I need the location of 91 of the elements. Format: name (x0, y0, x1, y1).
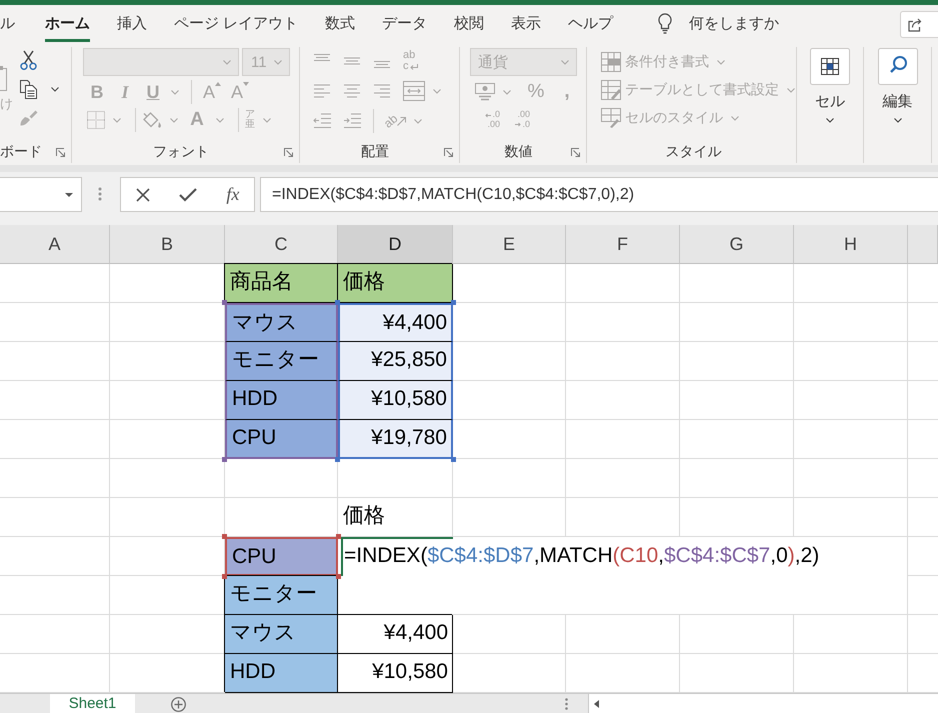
spreadsheet-cell: ¥4,400 (338, 615, 453, 654)
sheet-tab[interactable]: Sheet1 (50, 694, 135, 713)
scissors-icon[interactable] (20, 50, 37, 70)
ribbon-tab[interactable]: 挿入 (117, 5, 147, 42)
column-header[interactable]: G (680, 225, 794, 264)
range-handle-icon[interactable] (222, 300, 227, 305)
ribbon-tab[interactable]: ヘルプ (568, 5, 614, 42)
horizontal-scrollbar[interactable] (588, 694, 938, 713)
range-handle-icon[interactable] (336, 574, 341, 579)
clipboard-icon (0, 65, 7, 91)
spreadsheet-cell: 商品名 (225, 264, 338, 303)
lightbulb-icon (658, 13, 672, 34)
search-icon (878, 48, 918, 85)
copy-icon[interactable] (20, 80, 37, 98)
cells-button[interactable]: セル (810, 48, 850, 163)
range-handle-icon[interactable] (336, 534, 341, 539)
column-header[interactable]: H (794, 225, 908, 264)
triangle-down-icon (243, 82, 249, 86)
column-header[interactable]: F (566, 225, 680, 264)
insert-function-button[interactable]: fx (226, 184, 240, 205)
dialog-launcher-icon[interactable] (284, 148, 293, 156)
caret-icon[interactable] (51, 86, 59, 92)
scroll-left-icon[interactable] (594, 700, 599, 708)
spreadsheet-cell: マウス (225, 303, 338, 342)
ribbon-tab[interactable]: ル (0, 5, 15, 42)
grid-brush-icon (601, 80, 621, 100)
share-icon (908, 18, 922, 32)
column-header[interactable]: A (0, 225, 110, 264)
range-handle-icon[interactable] (222, 457, 227, 462)
spreadsheet-cell: モニター (225, 342, 338, 381)
arrow-left-icon (485, 112, 492, 118)
spreadsheet-cell: 価格 (338, 264, 453, 303)
share-button[interactable] (900, 11, 938, 38)
group-label: ボード (0, 143, 43, 161)
column-header[interactable]: B (110, 225, 225, 264)
column-header[interactable]: E (453, 225, 566, 264)
diagonal-arrow-icon (397, 116, 406, 126)
caret-icon (731, 116, 739, 120)
range-handle-icon[interactable] (451, 457, 456, 462)
caret-icon[interactable] (65, 192, 73, 196)
triangle-up-icon (215, 82, 221, 86)
group-label: 配置 (360, 143, 390, 161)
spreadsheet-cell: ¥10,580 (338, 381, 453, 420)
range-handle-icon[interactable] (335, 457, 340, 462)
dialog-launcher-icon[interactable] (571, 148, 580, 156)
spreadsheet-cell: ¥10,580 (338, 654, 453, 693)
ribbon-tab[interactable]: ページ レイアウト (174, 5, 298, 42)
highlighted-grid-icon (601, 52, 621, 72)
caret-icon (787, 88, 795, 92)
vertical-dots-icon[interactable] (565, 698, 568, 710)
cell-editor[interactable]: =INDEX($C$4:$D$7,MATCH(C10,$C$4:$C$7,0),2) (341, 537, 907, 614)
spreadsheet-cell: ¥4,400 (338, 303, 453, 342)
tell-me-button[interactable]: 何をしますか (658, 5, 780, 42)
spreadsheet-cell: CPU (225, 420, 338, 459)
caret-icon (826, 118, 834, 123)
column-header[interactable] (908, 225, 938, 264)
range-handle-icon[interactable] (335, 300, 340, 305)
group-label: 数値 (504, 143, 534, 161)
grid-cell-icon (810, 48, 850, 85)
editing-button[interactable]: 編集 (878, 48, 918, 163)
caret-icon (894, 118, 902, 123)
formula-field[interactable]: =INDEX($C$4:$D$7,MATCH(C10,$C$4:$C$7,0),2) (260, 177, 938, 212)
spreadsheet-cell: マウス (225, 615, 338, 654)
ribbon-tab[interactable]: データ (382, 5, 428, 42)
return-arrow-icon (410, 64, 418, 70)
caret-icon (717, 60, 725, 64)
ribbon-tab[interactable]: 校閲 (454, 5, 484, 42)
spreadsheet-cell: ¥25,850 (338, 342, 453, 381)
group-label: スタイル (664, 143, 722, 161)
ribbon-tab[interactable]: 数式 (325, 5, 356, 42)
column-header[interactable]: C (225, 225, 338, 264)
spreadsheet-cell: HDD (225, 381, 338, 420)
dialog-launcher-icon[interactable] (444, 148, 453, 156)
close-icon[interactable] (136, 188, 150, 202)
ribbon-tab[interactable]: 表示 (511, 5, 542, 42)
range-handle-icon[interactable] (222, 534, 227, 539)
spreadsheet-cell: CPU (225, 537, 338, 576)
group-label: フォント (152, 143, 210, 161)
vertical-dots-icon[interactable] (98, 187, 102, 201)
range-handle-icon[interactable] (451, 300, 456, 305)
spreadsheet-cell-text: 価格 (342, 503, 386, 529)
spreadsheet-cell: モニター (225, 576, 338, 615)
spreadsheet-cell: ¥19,780 (338, 420, 453, 459)
column-header[interactable]: D (338, 225, 453, 264)
arrow-right-icon (515, 122, 522, 128)
plus-circle-icon[interactable] (171, 697, 186, 712)
dialog-launcher-icon[interactable] (56, 148, 65, 156)
spreadsheet-cell: HDD (225, 654, 338, 693)
range-handle-icon[interactable] (222, 574, 227, 579)
cell-brush-icon (601, 108, 621, 128)
check-icon[interactable] (178, 188, 197, 202)
